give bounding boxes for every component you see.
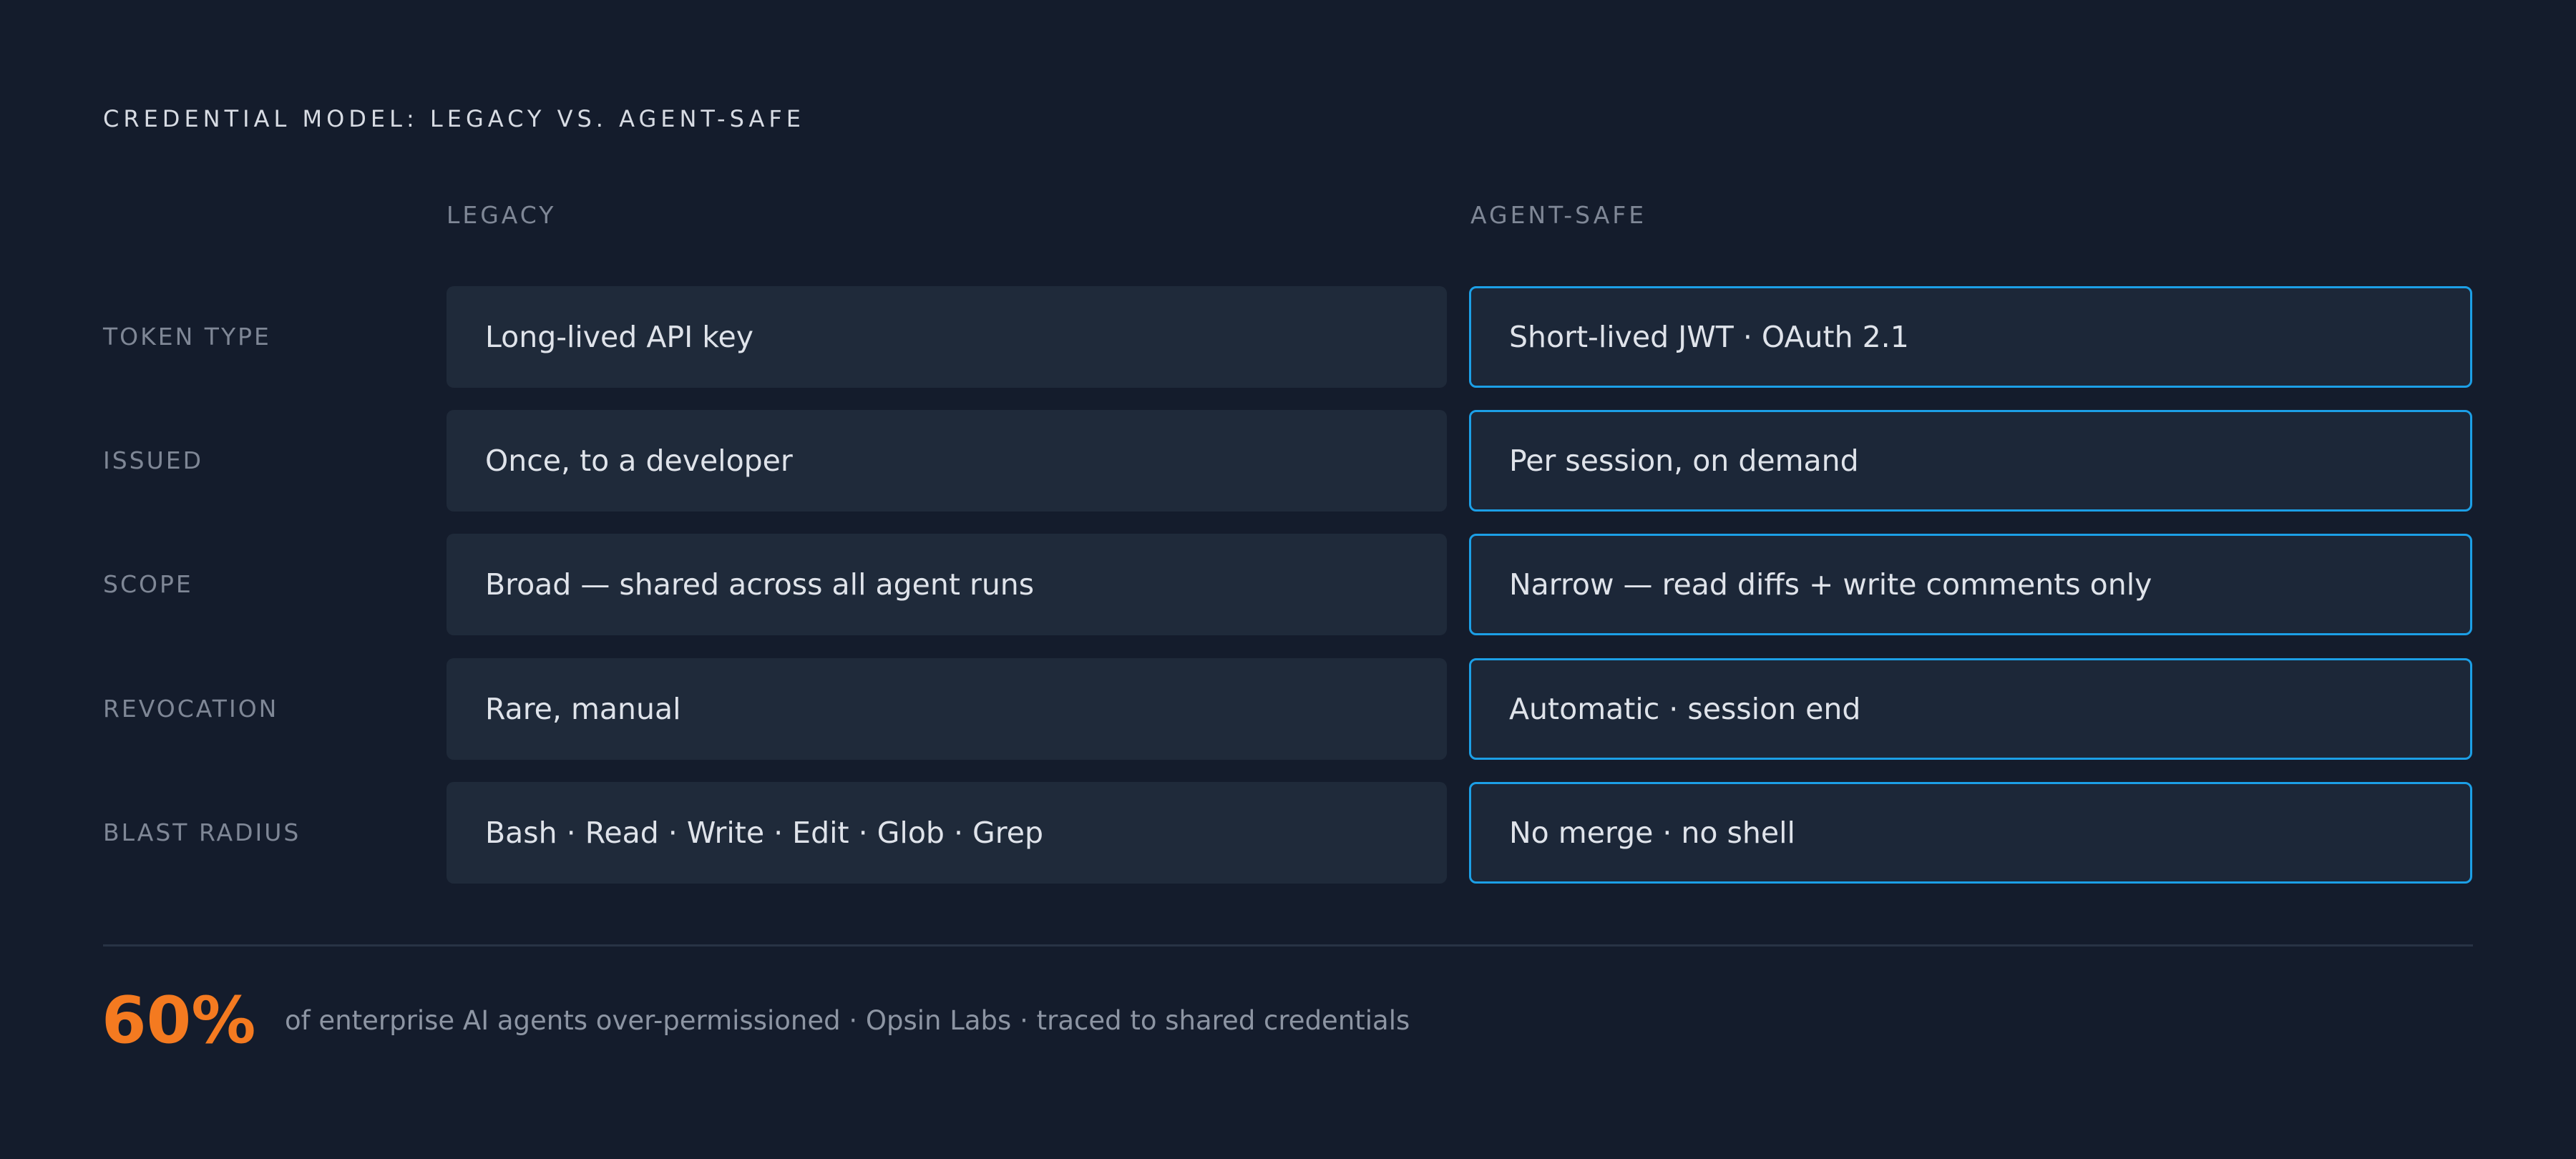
- row-label: REVOCATION: [103, 695, 279, 723]
- row-label: SCOPE: [103, 570, 193, 598]
- legacy-cell: Once, to a developer: [447, 410, 1447, 512]
- legacy-cell: Broad — shared across all agent runs: [447, 534, 1447, 635]
- column-header-legacy: LEGACY: [447, 201, 557, 229]
- row-label: TOKEN TYPE: [103, 323, 271, 351]
- row-label: ISSUED: [103, 446, 204, 474]
- column-header-agent-safe: AGENT-SAFE: [1470, 201, 1647, 229]
- agent-safe-cell: Narrow — read diffs + write comments onl…: [1469, 534, 2472, 635]
- row-issued: ISSUED Once, to a developer Per session,…: [0, 410, 2576, 512]
- agent-safe-cell: Per session, on demand: [1469, 410, 2472, 512]
- legacy-cell: Long-lived API key: [447, 286, 1447, 388]
- agent-safe-cell: No merge · no shell: [1469, 782, 2472, 884]
- row-label: BLAST RADIUS: [103, 818, 301, 846]
- row-revocation: REVOCATION Rare, manual Automatic · sess…: [0, 658, 2576, 760]
- row-scope: SCOPE Broad — shared across all agent ru…: [0, 534, 2576, 635]
- stat-value: 60%: [102, 983, 256, 1058]
- agent-safe-cell: Automatic · session end: [1469, 658, 2472, 760]
- legacy-cell: Bash · Read · Write · Edit · Glob · Grep: [447, 782, 1447, 884]
- page-title: CREDENTIAL MODEL: LEGACY VS. AGENT-SAFE: [103, 105, 805, 132]
- agent-safe-cell: Short-lived JWT · OAuth 2.1: [1469, 286, 2472, 388]
- legacy-cell: Rare, manual: [447, 658, 1447, 760]
- stat-caption: of enterprise AI agents over-permissione…: [285, 1005, 1410, 1036]
- divider: [103, 944, 2473, 947]
- row-blast-radius: BLAST RADIUS Bash · Read · Write · Edit …: [0, 782, 2576, 884]
- comparison-slide: CREDENTIAL MODEL: LEGACY VS. AGENT-SAFE …: [0, 0, 2576, 1159]
- row-token-type: TOKEN TYPE Long-lived API key Short-live…: [0, 286, 2576, 388]
